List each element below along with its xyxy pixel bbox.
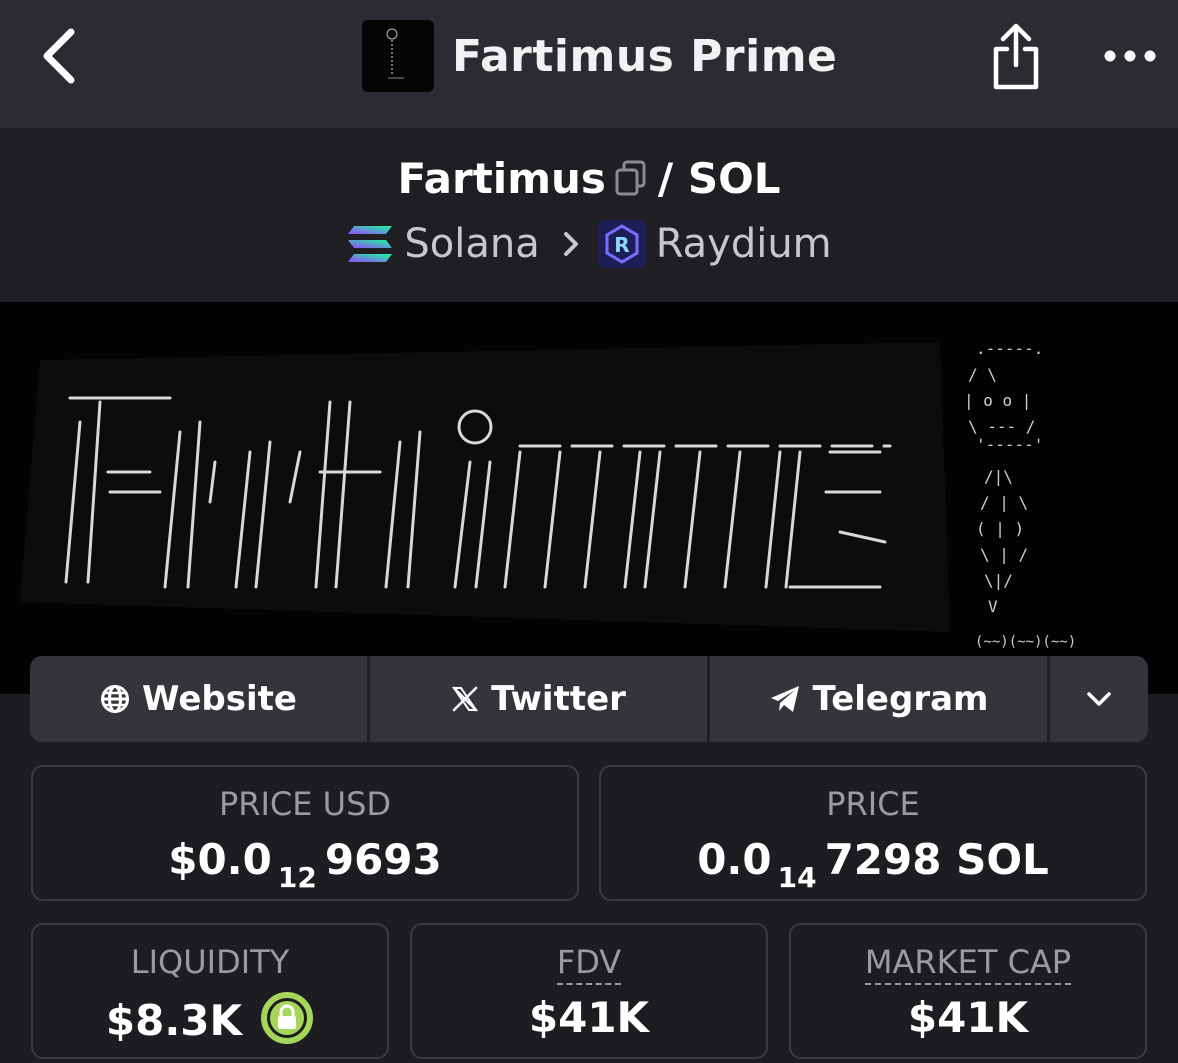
chain-breadcrumb: Solana R Raydium	[0, 220, 1178, 268]
price-native-prefix: 0.0	[697, 835, 772, 884]
top-bar: Fartimus Prime	[0, 0, 1178, 128]
page-title: Fartimus Prime	[452, 30, 838, 82]
liquidity-card: LIQUIDITY $8.3K	[31, 923, 389, 1059]
fdv-label[interactable]: FDV	[412, 943, 766, 985]
fdv-card: FDV $41K	[410, 923, 768, 1059]
price-native-zero-count: 14	[777, 861, 817, 894]
price-native-card: PRICE 0.0 14 7298 SOL	[599, 765, 1147, 901]
svg-text:\ | /: \ | /	[980, 545, 1028, 564]
svg-text:( | ): ( | )	[976, 519, 1024, 538]
price-usd-label: PRICE USD	[218, 785, 392, 823]
pair-title: Fartimus / SOL	[0, 154, 1178, 203]
copy-icon[interactable]	[614, 160, 648, 198]
svg-text:\|/: \|/	[984, 571, 1013, 590]
price-native-value: 0.0 14 7298 SOL	[601, 835, 1145, 894]
more-horizontal-icon	[1104, 50, 1156, 62]
liquidity-label: LIQUIDITY	[130, 943, 290, 981]
svg-text:/|\: /|\	[984, 467, 1013, 486]
chevron-right-icon	[562, 230, 580, 258]
raydium-icon: R	[597, 220, 646, 268]
banner-figure-text: (~~)(~~)(~~)	[975, 634, 1076, 650]
more-links-button[interactable]	[1050, 656, 1148, 742]
svg-text:'-----': '-----'	[976, 435, 1043, 454]
svg-text:\ --- /: \ --- /	[968, 417, 1035, 436]
chevron-down-icon	[1087, 692, 1111, 706]
telegram-button[interactable]: Telegram	[710, 656, 1050, 742]
market-cap-label-text: MARKET CAP	[864, 943, 1072, 985]
price-usd-digits: 9693	[324, 835, 442, 884]
svg-text:V: V	[988, 597, 998, 616]
dex-name[interactable]: Raydium	[656, 221, 832, 267]
social-links-bar: Website Twitter Telegram	[30, 656, 1148, 742]
price-usd-prefix: $0.0	[168, 835, 272, 884]
svg-text:.-----.: .-----.	[976, 339, 1043, 358]
chevron-left-icon	[43, 28, 75, 84]
share-icon	[993, 23, 1039, 90]
price-native-digits: 7298 SOL	[824, 835, 1049, 884]
liquidity-value-row: $8.3K	[33, 991, 387, 1047]
svg-text:R: R	[614, 233, 629, 257]
chain-name[interactable]: Solana	[404, 221, 539, 267]
fdv-value: $41K	[528, 993, 650, 1042]
solana-icon	[346, 224, 394, 264]
price-usd-value: $0.0 12 9693	[33, 835, 577, 894]
price-native-label: PRICE	[826, 785, 920, 823]
lock-icon[interactable]	[260, 991, 314, 1045]
twitter-button[interactable]: Twitter	[370, 656, 710, 742]
share-button[interactable]	[988, 20, 1044, 92]
price-usd-zero-count: 12	[277, 861, 317, 894]
price-usd-card: PRICE USD $0.0 12 9693	[31, 765, 579, 901]
back-button[interactable]	[34, 26, 84, 86]
token-banner: .-----. / \ | o o | \ --- / '-----' /|\ …	[0, 302, 1178, 694]
token-avatar[interactable]	[362, 20, 434, 92]
market-cap-card: MARKET CAP $41K	[789, 923, 1147, 1059]
quote-token: / SOL	[657, 154, 781, 203]
more-button[interactable]	[1100, 34, 1160, 78]
market-cap-label[interactable]: MARKET CAP	[791, 943, 1145, 985]
globe-icon	[100, 684, 130, 714]
twitter-label: Twitter	[491, 679, 626, 719]
title-group: Fartimus Prime	[362, 20, 837, 92]
svg-text:| o o |: | o o |	[964, 391, 1031, 410]
market-cap-value: $41K	[907, 993, 1029, 1042]
liquidity-value: $8.3K	[105, 995, 243, 1045]
svg-text:/ \: / \	[968, 365, 997, 384]
base-token-name: Fartimus	[397, 154, 606, 203]
svg-text:/ | \: / | \	[980, 493, 1028, 512]
website-label: Website	[142, 679, 297, 719]
fdv-label-text: FDV	[556, 943, 622, 985]
website-button[interactable]: Website	[30, 656, 370, 742]
x-logo-icon	[451, 685, 479, 713]
telegram-label: Telegram	[812, 679, 989, 719]
pair-header: Fartimus / SOL Solana R Raydium	[0, 128, 1178, 302]
telegram-icon	[769, 684, 801, 714]
